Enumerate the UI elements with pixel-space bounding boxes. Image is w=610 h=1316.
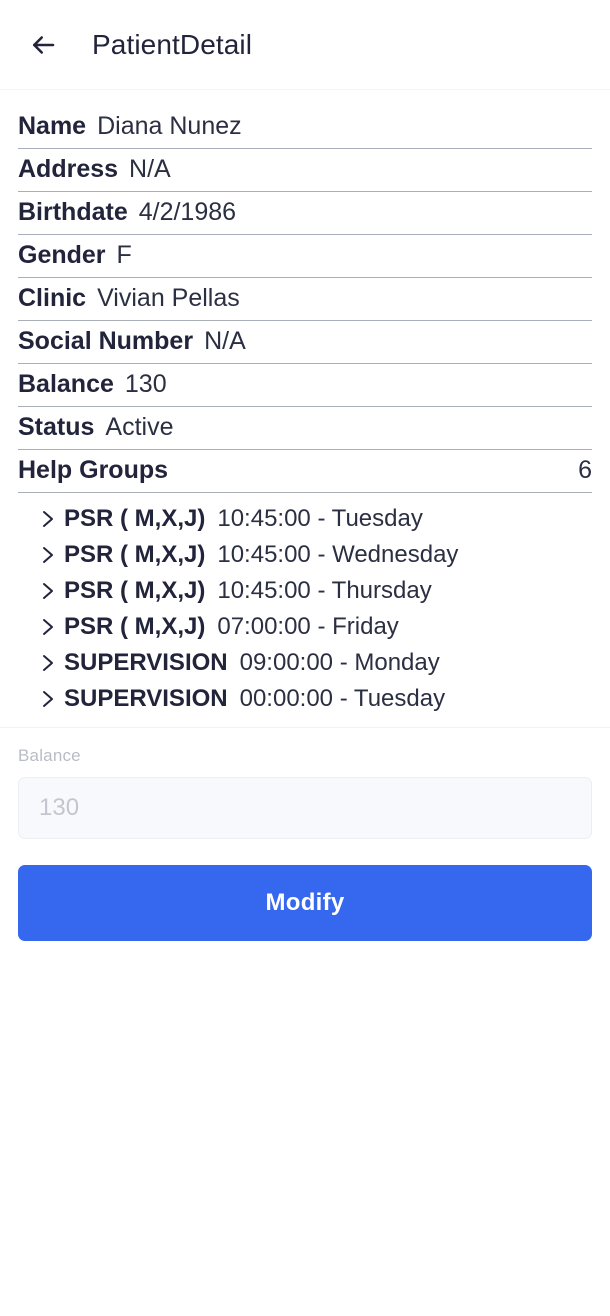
- detail-value: Vivian Pellas: [97, 284, 240, 312]
- back-button[interactable]: [20, 22, 66, 68]
- detail-row-help-groups: Help Groups 6: [18, 450, 592, 493]
- detail-row-balance: Balance 130: [18, 364, 592, 407]
- detail-row-gender: Gender F: [18, 235, 592, 278]
- detail-row-status: Status Active: [18, 407, 592, 450]
- list-item[interactable]: SUPERVISION 09:00:00 - Monday: [18, 645, 592, 681]
- balance-field-block: Balance: [0, 728, 610, 839]
- detail-label: Help Groups: [18, 456, 169, 484]
- chevron-right-icon: [40, 618, 56, 636]
- detail-value: Active: [105, 413, 174, 441]
- patient-details-list: Name Diana Nunez Address N/A Birthdate 4…: [0, 106, 610, 493]
- modify-button[interactable]: Modify: [18, 865, 592, 941]
- detail-row-social-number: Social Number N/A: [18, 321, 592, 364]
- arrow-left-icon: [28, 30, 58, 60]
- detail-row-clinic: Clinic Vivian Pellas: [18, 278, 592, 321]
- group-name: PSR ( M,X,J): [64, 505, 206, 532]
- chevron-right-icon: [40, 690, 56, 708]
- group-schedule: 10:45:00 - Tuesday: [217, 505, 423, 532]
- balance-field-label: Balance: [18, 746, 81, 765]
- help-groups-list: PSR ( M,X,J) 10:45:00 - Tuesday PSR ( M,…: [0, 493, 610, 728]
- group-schedule: 00:00:00 - Tuesday: [239, 685, 446, 712]
- list-item[interactable]: PSR ( M,X,J) 07:00:00 - Friday: [18, 609, 592, 645]
- detail-row-birthdate: Birthdate 4/2/1986: [18, 192, 592, 235]
- detail-value: 130: [124, 370, 167, 398]
- chevron-right-icon: [40, 546, 56, 564]
- group-name: PSR ( M,X,J): [64, 613, 206, 640]
- group-name: SUPERVISION: [64, 685, 228, 712]
- group-name: SUPERVISION: [64, 649, 228, 676]
- group-name: PSR ( M,X,J): [64, 541, 206, 568]
- detail-row-name: Name Diana Nunez: [18, 106, 592, 149]
- detail-value: N/A: [129, 155, 171, 183]
- detail-label: Birthdate: [18, 198, 128, 226]
- detail-label: Status: [18, 413, 95, 441]
- group-schedule: 09:00:00 - Monday: [239, 649, 440, 676]
- group-name: PSR ( M,X,J): [64, 577, 206, 604]
- group-schedule: 10:45:00 - Thursday: [217, 577, 432, 604]
- chevron-right-icon: [40, 654, 56, 672]
- list-item[interactable]: PSR ( M,X,J) 10:45:00 - Tuesday: [18, 501, 592, 537]
- detail-label: Gender: [18, 241, 106, 269]
- group-schedule: 10:45:00 - Wednesday: [217, 541, 459, 568]
- detail-label: Social Number: [18, 327, 194, 355]
- list-item[interactable]: PSR ( M,X,J) 10:45:00 - Thursday: [18, 573, 592, 609]
- detail-label: Address: [18, 155, 119, 183]
- detail-label: Name: [18, 112, 87, 140]
- balance-input[interactable]: [18, 777, 592, 839]
- detail-value: N/A: [204, 327, 246, 355]
- detail-label: Clinic: [18, 284, 87, 312]
- patient-detail-screen: PatientDetail Name Diana Nunez Address N…: [0, 0, 610, 1316]
- list-item[interactable]: SUPERVISION 00:00:00 - Tuesday: [18, 681, 592, 717]
- detail-value: F: [116, 241, 132, 269]
- app-header: PatientDetail: [0, 0, 610, 90]
- group-schedule: 07:00:00 - Friday: [217, 613, 399, 640]
- detail-row-address: Address N/A: [18, 149, 592, 192]
- help-groups-count: 6: [578, 456, 592, 484]
- chevron-right-icon: [40, 510, 56, 528]
- detail-value: Diana Nunez: [97, 112, 242, 140]
- list-item[interactable]: PSR ( M,X,J) 10:45:00 - Wednesday: [18, 537, 592, 573]
- action-block: Modify: [0, 839, 610, 941]
- chevron-right-icon: [40, 582, 56, 600]
- detail-value: 4/2/1986: [138, 198, 237, 226]
- page-title: PatientDetail: [92, 28, 253, 60]
- detail-label: Balance: [18, 370, 114, 398]
